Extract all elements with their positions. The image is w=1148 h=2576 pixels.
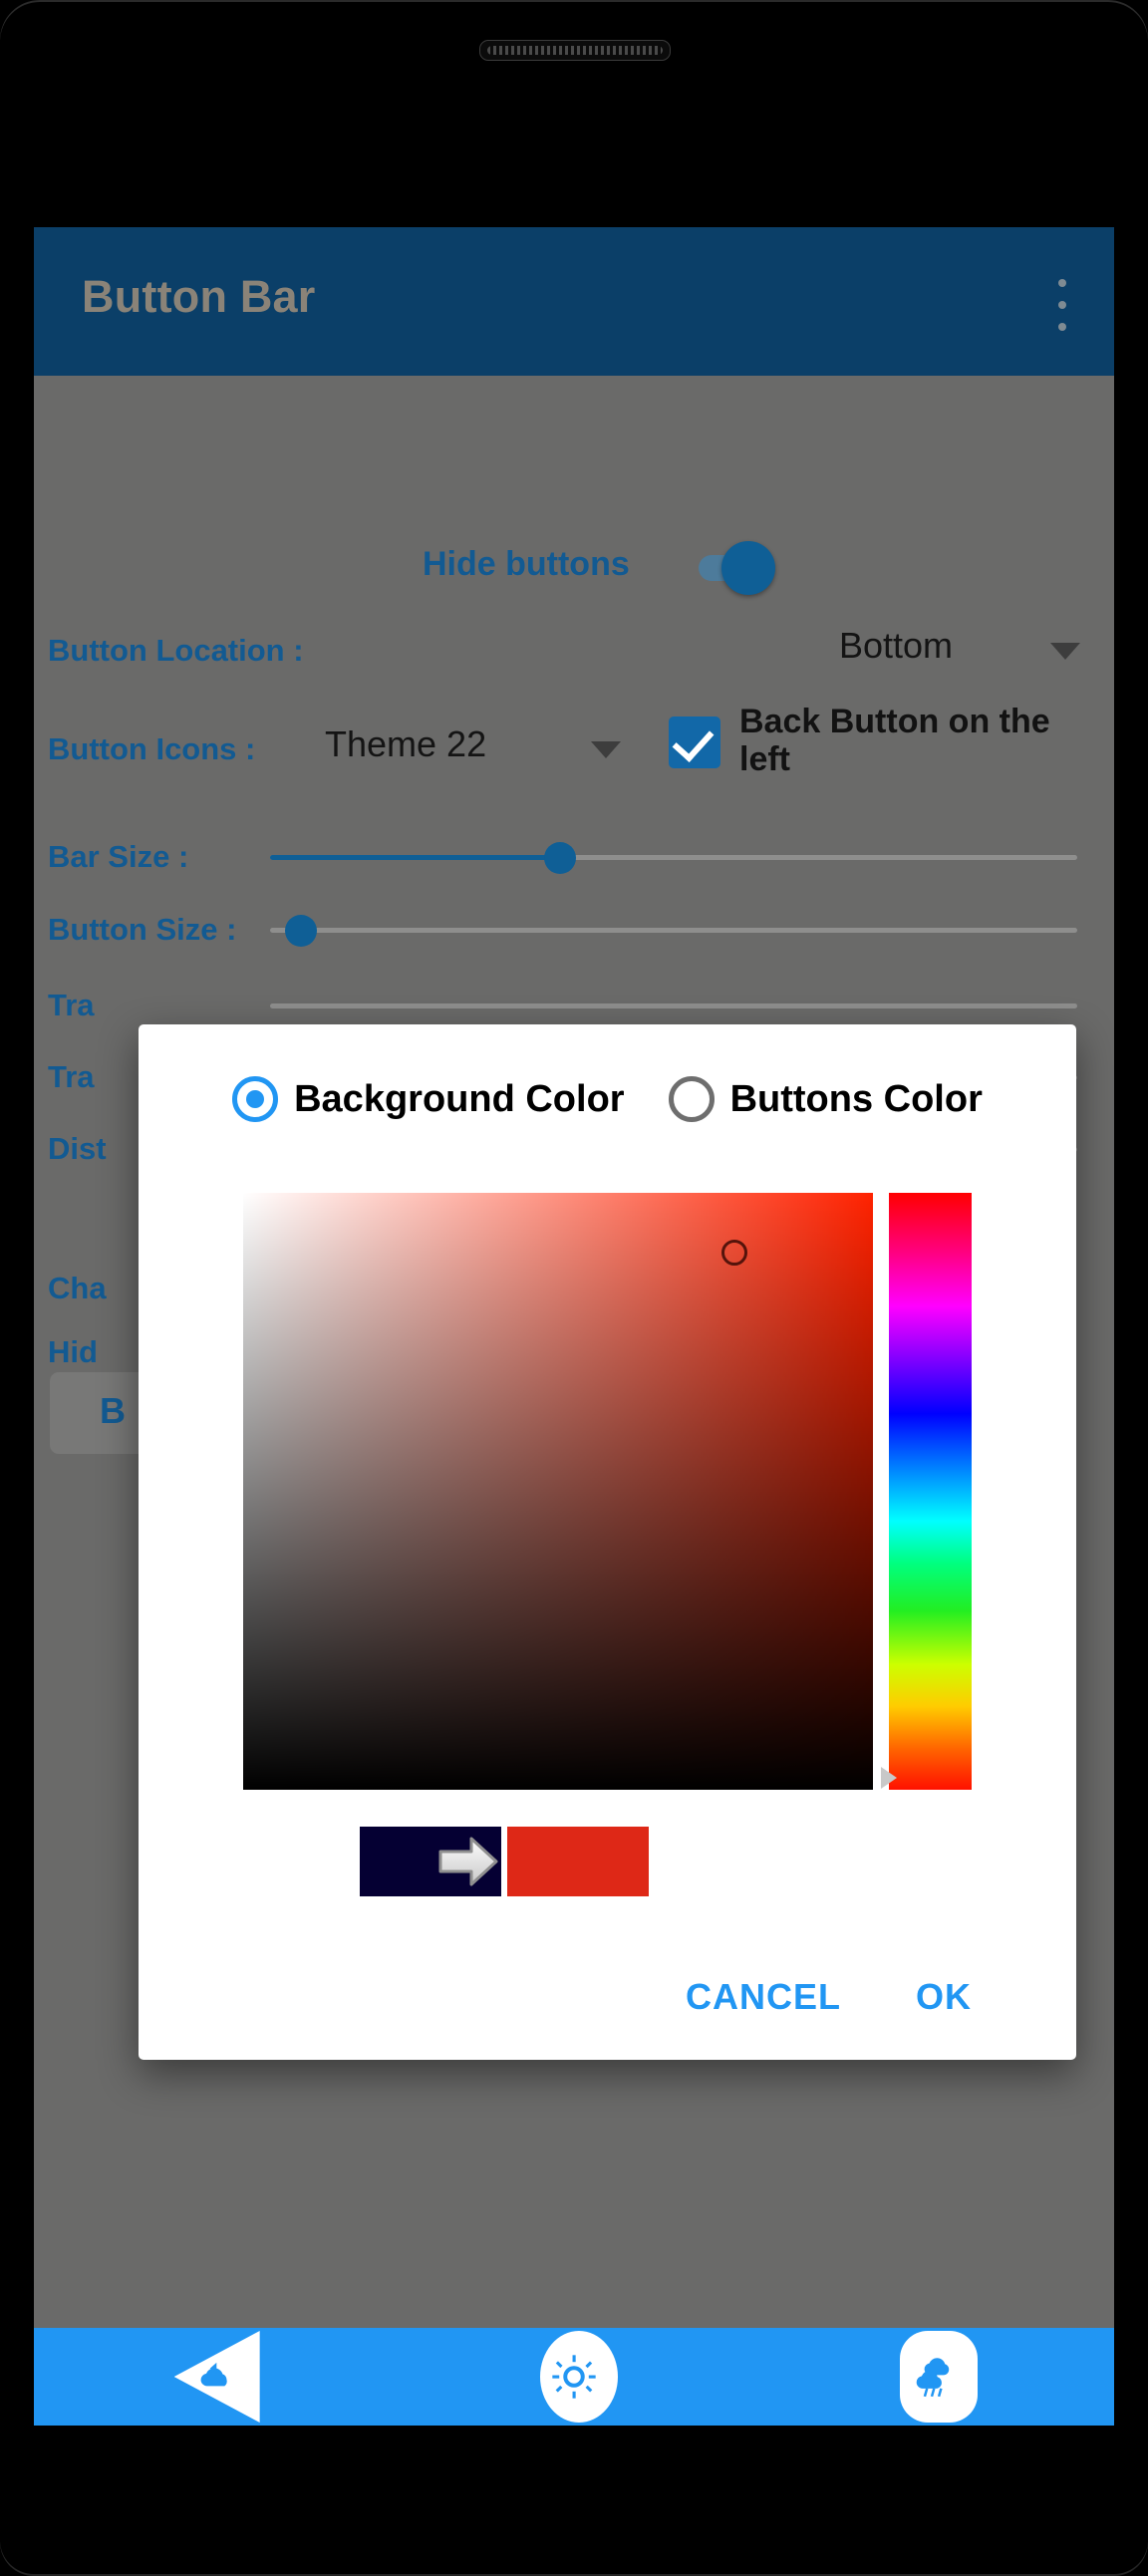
radio-option-background-color[interactable]: Background Color: [232, 1076, 625, 1122]
sv-black-overlay: [243, 1193, 873, 1790]
nav-button-home[interactable]: [526, 2331, 622, 2423]
button-icons-label: Button Icons :: [48, 731, 256, 766]
ok-button[interactable]: OK: [916, 1976, 972, 2018]
sv-selection-marker[interactable]: [720, 1239, 747, 1266]
right-arrow-icon: [438, 1837, 498, 1886]
radio-selected-icon[interactable]: [232, 1076, 279, 1122]
dot: [1058, 323, 1066, 331]
button-location-chevron-down-icon[interactable]: [1050, 643, 1080, 660]
app-viewport: Button Bar Hide buttons Button Location …: [34, 227, 1114, 2426]
button-size-slider-thumb[interactable]: [285, 915, 317, 947]
hue-slider-strip[interactable]: [889, 1193, 972, 1790]
radio-label-background-color: Background Color: [294, 1077, 625, 1120]
app-bar: Button Bar: [34, 227, 1114, 376]
obscured-row-label-2: Tra: [48, 1059, 95, 1094]
hide-buttons-switch-thumb[interactable]: [721, 541, 775, 595]
obscured-row-label-3: Dist: [48, 1131, 107, 1166]
page-title: Button Bar: [82, 271, 316, 322]
nav-button-back[interactable]: [166, 2331, 262, 2423]
hide-buttons-label: Hide buttons: [423, 545, 630, 583]
phone-bezel-top: [0, 0, 1148, 40]
action-button-label: B: [100, 1390, 126, 1431]
cancel-button[interactable]: CANCEL: [686, 1976, 841, 2018]
obscured-slider-track-1[interactable]: [270, 1003, 1077, 1008]
hue-slider-marker[interactable]: [881, 1767, 897, 1790]
button-icons-chevron-down-icon[interactable]: [591, 741, 621, 758]
dot: [1058, 301, 1066, 309]
nav-button-recents[interactable]: [886, 2331, 982, 2423]
cloud-back-icon: [200, 2362, 227, 2387]
bottom-navigation-bar: [34, 2328, 1114, 2426]
rain-cloud-icon: [917, 2358, 950, 2398]
button-icons-value[interactable]: Theme 22: [325, 723, 486, 765]
color-target-radio-group: Background Color Buttons Color: [139, 1076, 1076, 1122]
back-button-left-label: Back Button on the left: [739, 703, 1050, 778]
button-size-label: Button Size :: [48, 912, 237, 947]
obscured-row-label-1: Tra: [48, 988, 95, 1022]
dot: [1058, 279, 1066, 287]
speaker-grill: [487, 46, 663, 55]
sun-icon: [552, 2355, 596, 2399]
button-location-label: Button Location :: [48, 633, 304, 668]
phone-frame: Button Bar Hide buttons Button Location …: [0, 0, 1148, 2576]
button-location-value[interactable]: Bottom: [839, 625, 953, 667]
obscured-row-label-4: Cha: [48, 1271, 107, 1305]
back-button-left-checkbox[interactable]: [669, 716, 720, 768]
radio-label-buttons-color: Buttons Color: [729, 1077, 983, 1120]
radio-unselected-icon[interactable]: [668, 1076, 715, 1122]
obscured-row-label-5: Hid: [48, 1334, 98, 1369]
bar-size-slider-fill: [270, 855, 561, 860]
bar-size-label: Bar Size :: [48, 839, 189, 874]
color-picker-dialog: Background Color Buttons Color CANCEL OK: [139, 1024, 1076, 2060]
overflow-menu-icon[interactable]: [1042, 279, 1082, 331]
earpiece-speaker: [479, 40, 671, 61]
new-color-swatch: [507, 1827, 649, 1896]
button-size-slider-track[interactable]: [270, 928, 1077, 933]
phone-bezel-bottom: [0, 2542, 1148, 2576]
saturation-value-gradient[interactable]: [243, 1193, 873, 1790]
radio-option-buttons-color[interactable]: Buttons Color: [668, 1076, 983, 1122]
bar-size-slider-thumb[interactable]: [544, 842, 576, 874]
